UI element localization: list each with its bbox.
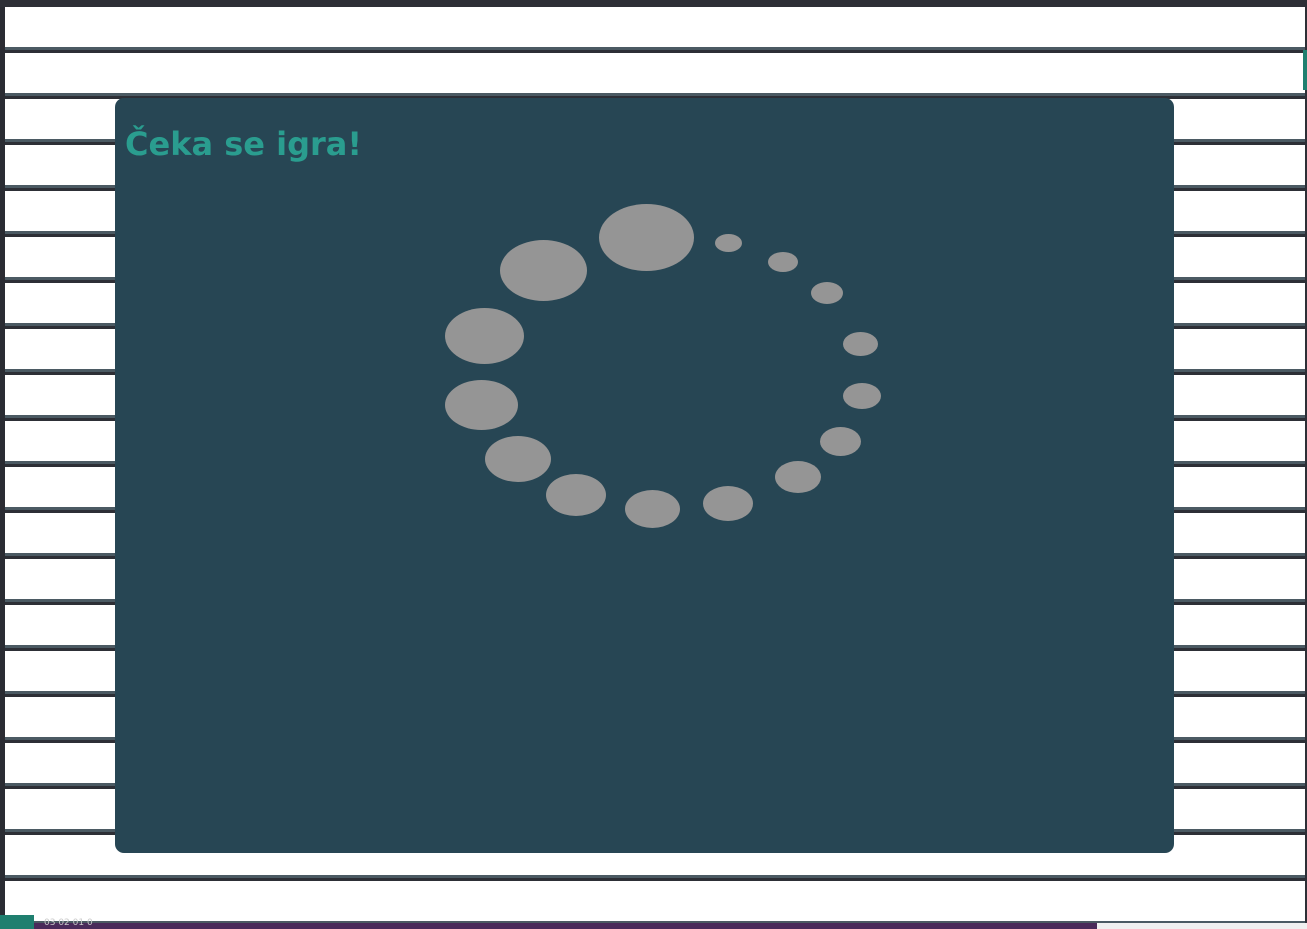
stripe-row bbox=[5, 881, 1305, 924]
spinner-dot bbox=[775, 461, 821, 493]
waiting-modal: Čeka se igra! bbox=[115, 98, 1174, 853]
spinner-dot bbox=[820, 427, 861, 456]
spinner-dot bbox=[500, 240, 587, 301]
spinner-dot bbox=[768, 252, 798, 272]
taskbar-app-icon[interactable] bbox=[0, 915, 34, 929]
spinner-dot bbox=[703, 486, 753, 521]
spinner-dot bbox=[843, 332, 878, 356]
stripe-row bbox=[5, 7, 1305, 50]
spinner-dot bbox=[445, 308, 524, 364]
top-bar bbox=[0, 0, 1307, 7]
spinner-dot bbox=[599, 204, 694, 271]
spinner-dot bbox=[546, 474, 606, 516]
spinner-dot bbox=[485, 436, 551, 482]
spinner-dot bbox=[445, 380, 518, 430]
taskbar-gap bbox=[1097, 923, 1307, 929]
spinner-dot bbox=[843, 383, 881, 409]
spinner-dot bbox=[625, 490, 680, 528]
stripe-row bbox=[5, 53, 1305, 96]
spinner-dot bbox=[811, 282, 843, 304]
spinner-dot bbox=[715, 234, 742, 252]
right-accent bbox=[1303, 50, 1307, 90]
loading-spinner bbox=[115, 98, 1174, 853]
page: 03 02 01 0 Čeka se igra! bbox=[0, 0, 1307, 929]
taskbar-text: 03 02 01 0 bbox=[44, 918, 93, 928]
